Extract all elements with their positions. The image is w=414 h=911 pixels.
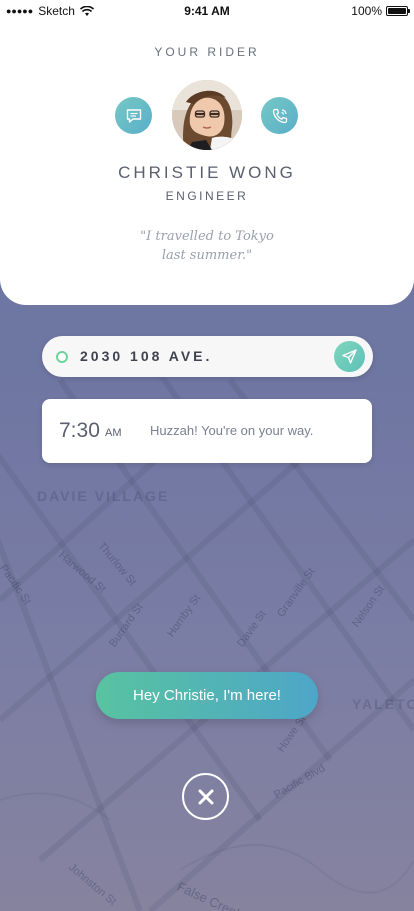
map-label-yaletown: YALETO xyxy=(352,696,414,712)
call-rider-button[interactable] xyxy=(261,97,298,134)
battery-icon xyxy=(386,6,410,16)
chat-icon xyxy=(126,108,141,123)
navigate-button[interactable] xyxy=(334,341,365,372)
message-rider-button[interactable] xyxy=(115,97,152,134)
phone-icon xyxy=(272,108,287,123)
close-button[interactable] xyxy=(182,773,229,820)
eta-card: 7:30 AM Huzzah! You're on your way. xyxy=(42,399,372,463)
navigation-arrow-icon xyxy=(342,349,357,364)
screen: DAVIE VILLAGE YALETO Pacific St Harwood … xyxy=(0,0,414,911)
eta-time: 7:30 xyxy=(59,419,100,442)
rider-role: ENGINEER xyxy=(165,189,249,203)
eta-ampm: AM xyxy=(105,427,122,439)
avatar xyxy=(172,80,242,150)
status-right: 100% xyxy=(351,4,410,18)
rider-quote-line-2: last summer." xyxy=(161,248,253,263)
battery-fill xyxy=(388,8,406,14)
eta-message: Huzzah! You're on your way. xyxy=(150,423,314,438)
rider-card: YOUR RIDER CHRISTIE WONG ENGINEER "I tra… xyxy=(0,0,414,305)
rider-quote: "I travelled to Tokyo last summer." xyxy=(120,227,294,265)
destination-dot-icon xyxy=(56,351,68,363)
destination-address: 2030 108 AVE. xyxy=(80,348,213,364)
im-here-button[interactable]: Hey Christie, I'm here! xyxy=(96,672,318,719)
rider-photo xyxy=(172,80,242,150)
rider-card-heading: YOUR RIDER xyxy=(154,45,260,59)
map-label-davie-village: DAVIE VILLAGE xyxy=(37,488,170,504)
rider-name: CHRISTIE WONG xyxy=(118,163,296,182)
destination-address-field[interactable]: 2030 108 AVE. xyxy=(42,336,373,377)
battery-percent: 100% xyxy=(351,4,382,18)
status-bar: ●●●●● Sketch 9:41 AM 100% xyxy=(0,0,414,22)
rider-quote-line-1: "I travelled to Tokyo xyxy=(140,229,274,244)
close-icon xyxy=(198,789,213,804)
